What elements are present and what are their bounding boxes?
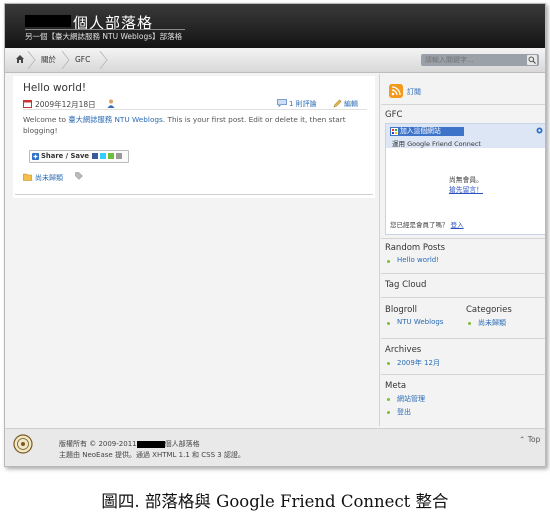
bullet-icon (387, 322, 390, 325)
breadcrumb-separator-icon (27, 51, 36, 69)
browser-frame: 個人部落格 另一個【臺大網誌服務 NTU Weblogs】部落格 關於 GFC (4, 3, 546, 467)
meta-divider (23, 109, 367, 110)
edit-icon (333, 99, 342, 108)
footer-credits: 主題由 NeoEase 提供。通過 XHTML 1.1 和 CSS 3 認證。 (59, 451, 245, 459)
post-body-link[interactable]: 臺大網誌服務 NTU Weblogs (68, 115, 163, 124)
post-body: Welcome to 臺大網誌服務 NTU Weblogs. This is y… (23, 114, 363, 136)
footer-copyright-prefix: 版權所有 © 2009-2011 (59, 440, 137, 448)
site-footer: 版權所有 © 2009-2011 個人部落格 主題由 NeoEase 提供。通過 … (5, 428, 545, 466)
share-icon (32, 153, 39, 160)
comments-link[interactable]: 1 則評論 (289, 99, 317, 109)
calendar-icon (23, 100, 32, 108)
categories-title: Categories (466, 305, 512, 315)
meta-item-logout[interactable]: 登出 (397, 407, 411, 417)
breadcrumb-separator-icon (61, 51, 70, 69)
post-title[interactable]: Hello world! (23, 82, 86, 94)
meta-item-admin[interactable]: 網站管理 (397, 394, 425, 404)
sidebar-divider (381, 297, 545, 298)
twitter-icon[interactable] (100, 153, 106, 159)
search-icon[interactable] (527, 55, 537, 65)
bullet-icon (387, 260, 390, 263)
facebook-icon[interactable] (92, 153, 98, 159)
footer-copyright-suffix: 個人部落格 (164, 440, 200, 448)
bullet-icon (468, 322, 471, 325)
archives-item[interactable]: 2009年 12月 (397, 358, 440, 368)
share-save-label: Share / Save (41, 152, 90, 160)
tag-icon (75, 172, 83, 180)
gfc-signin-link[interactable]: 登入 (451, 221, 464, 229)
rss-icon[interactable] (389, 84, 403, 98)
author-icon (107, 99, 115, 108)
folder-icon (23, 173, 32, 181)
random-posts-title: Random Posts (385, 243, 446, 253)
search-box (421, 54, 539, 66)
gfc-be-first-link[interactable]: 搶先留言！ (386, 184, 545, 194)
gfc-subtitle: 運用 Google Friend Connect (392, 140, 481, 148)
subscribe-link[interactable]: 訂閱 (407, 87, 421, 97)
meta-title: Meta (385, 381, 407, 391)
redaction-block (25, 15, 71, 27)
sidebar-divider (381, 104, 545, 105)
more-share-icon[interactable] (116, 153, 122, 159)
gfc-member-question: 您已經是會員了嗎？ (390, 221, 449, 229)
gfc-settings-icon[interactable] (536, 127, 543, 134)
gfc-no-members: 尚無會員。 (449, 176, 483, 184)
site-description: 另一個【臺大網誌服務 NTU Weblogs】部落格 (25, 32, 183, 41)
site-header: 個人部落格 另一個【臺大網誌服務 NTU Weblogs】部落格 (5, 4, 545, 48)
gfc-logo-icon (391, 128, 398, 135)
sidebar-divider (381, 338, 545, 339)
bullet-icon (387, 411, 390, 414)
back-to-top-link[interactable]: ⌃ Top (519, 435, 540, 444)
gfc-title: GFC (385, 110, 403, 120)
footer-copyright: 版權所有 © 2009-2011 個人部落格 (59, 439, 200, 449)
share-save-button[interactable]: Share / Save (29, 150, 129, 163)
column-divider (379, 74, 380, 426)
post-body-prefix: Welcome to (23, 115, 69, 124)
blogroll-item[interactable]: NTU Weblogs (397, 318, 443, 326)
title-underline (25, 29, 185, 30)
comment-icon (277, 99, 287, 107)
search-input[interactable] (425, 54, 521, 66)
sidebar-divider (381, 374, 545, 375)
sidebar-divider (381, 238, 545, 239)
nav-gfc-link[interactable]: GFC (75, 53, 90, 67)
random-post-item[interactable]: Hello world! (397, 256, 439, 264)
chevron-up-icon: ⌃ (519, 435, 526, 444)
blogroll-title: Blogroll (385, 305, 418, 315)
bullet-icon (387, 398, 390, 401)
category-link[interactable]: 尚未歸類 (35, 173, 63, 183)
gfc-member-row: 您已經是會員了嗎？ 登入 (390, 219, 464, 229)
nav-about-link[interactable]: 關於 (41, 53, 56, 67)
edit-link[interactable]: 編輯 (344, 99, 358, 109)
archives-title: Archives (385, 345, 422, 355)
gfc-widget: 加入這個網站 運用 Google Friend Connect 尚無會員。 搶先… (385, 123, 545, 235)
gfc-header: 加入這個網站 運用 Google Friend Connect (386, 124, 545, 148)
figure-caption: 圖四. 部落格與 Google Friend Connect 整合 (101, 492, 449, 511)
nav-bar: 關於 GFC (5, 48, 545, 73)
home-icon[interactable] (15, 54, 25, 64)
bookmark-icon[interactable] (108, 153, 114, 159)
redaction-block (136, 440, 165, 448)
breadcrumb-separator-icon (99, 51, 108, 69)
gfc-join-button[interactable]: 加入這個網站 (390, 127, 464, 136)
university-seal-icon (13, 434, 33, 454)
tag-cloud-title: Tag Cloud (385, 280, 427, 290)
categories-item[interactable]: 尚未歸類 (478, 318, 506, 328)
post-divider (15, 194, 373, 195)
sidebar-divider (381, 273, 545, 274)
back-to-top-label: Top (527, 435, 541, 444)
bullet-icon (387, 362, 390, 365)
post-area: Hello world! 2009年12月18日 1 則評論 編輯 Welcom… (13, 76, 375, 198)
